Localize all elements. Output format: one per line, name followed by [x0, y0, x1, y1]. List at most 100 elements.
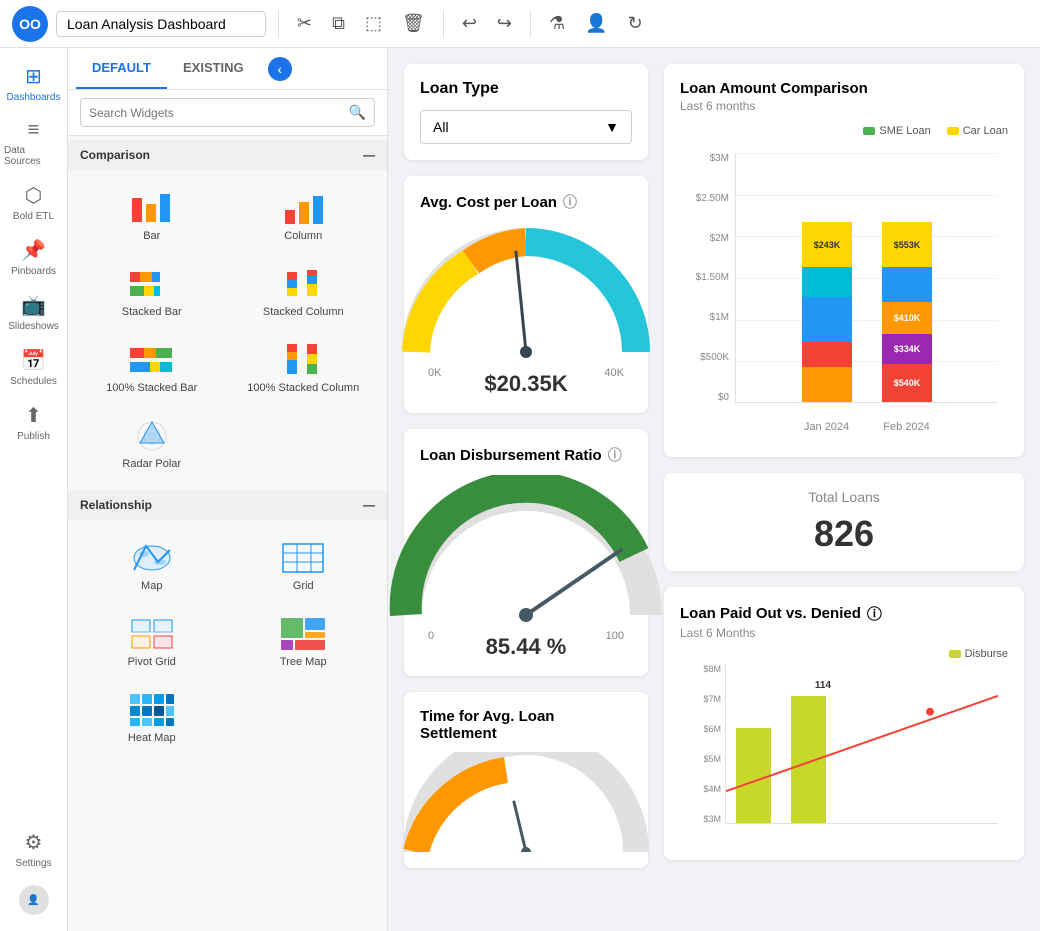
- cut-button[interactable]: ✂: [291, 9, 318, 38]
- bar-segment: [802, 297, 852, 342]
- bar-icon: [128, 190, 176, 226]
- column-icon: [279, 190, 327, 226]
- undo-button[interactable]: ↩: [456, 9, 483, 38]
- panel-chevron-button[interactable]: ‹: [268, 57, 292, 81]
- filter-button[interactable]: ⚗: [543, 9, 571, 38]
- dashboards-icon: ⊞: [25, 64, 42, 89]
- app-logo: OO: [12, 6, 48, 42]
- avg-cost-value: $20.35K: [484, 371, 567, 397]
- sidebar-item-users[interactable]: 👤: [0, 877, 67, 923]
- disbursement-card: Loan Disbursement Ratio ⓘ: [404, 429, 648, 676]
- 100-stacked-column-icon: [279, 342, 327, 378]
- data-sources-icon: ≡: [28, 119, 40, 142]
- pinboards-icon: 📌: [21, 238, 46, 263]
- dashboard-content: Loan Type All ▼ Avg. Cost per Loan ⓘ: [388, 48, 1040, 931]
- refresh-button[interactable]: ↻: [622, 9, 649, 38]
- heat-map-icon: [128, 692, 176, 728]
- redo-button[interactable]: ↪: [491, 9, 518, 38]
- collapse-icon[interactable]: —: [363, 148, 375, 162]
- stacked-column-icon: [279, 266, 327, 302]
- search-input[interactable]: [89, 106, 349, 120]
- sidebar-item-slideshows[interactable]: 📺 Slideshows: [0, 285, 67, 340]
- copy-button[interactable]: ⧉: [326, 9, 351, 38]
- bars-area: $243K $540K $334K $410K: [735, 153, 998, 403]
- widget-item-column[interactable]: Column: [228, 178, 380, 254]
- comparison-section-header: Comparison —: [68, 140, 387, 170]
- mini-chart: $8M $7M $6M $5M $4M $3M Amount: [680, 664, 1008, 844]
- bar-segment: $243K: [802, 222, 852, 267]
- comparison-grid: Bar Column: [68, 170, 387, 490]
- paid-out-legend: Disburse: [680, 648, 1008, 660]
- sidebar-item-label: Slideshows: [8, 321, 59, 332]
- widget-item-grid[interactable]: Grid: [228, 528, 380, 604]
- y-axis: $3M $2.50M $2M $1.50M $1M $500K $0: [680, 153, 735, 403]
- widget-panel: DEFAULT EXISTING ‹ 🔍 Comparison —: [68, 48, 388, 931]
- widget-item-tree-map[interactable]: Tree Map: [228, 604, 380, 680]
- widget-item-heat-map[interactable]: Heat Map: [76, 680, 228, 756]
- slideshows-icon: 📺: [21, 293, 46, 318]
- mini-bars-container: Amount 114: [725, 664, 998, 824]
- disbursement-value: 85.44 %: [486, 634, 567, 660]
- settlement-gauge: [420, 742, 632, 852]
- paste-button[interactable]: ⬚: [359, 9, 388, 38]
- loan-type-card: Loan Type All ▼: [404, 64, 648, 160]
- sidebar-item-label: Publish: [17, 431, 50, 442]
- avg-settlement-title: Time for Avg. Loan Settlement: [420, 708, 632, 742]
- loan-type-select[interactable]: All ▼: [420, 110, 632, 144]
- dashboard-title-input[interactable]: [56, 11, 266, 37]
- bar-jan-2024: $243K: [802, 222, 852, 402]
- sidebar-item-data-sources[interactable]: ≡ Data Sources: [0, 111, 67, 175]
- map-icon: [128, 540, 176, 576]
- widget-item-radar-polar[interactable]: Radar Polar: [76, 406, 228, 482]
- bar-segment: $334K: [882, 334, 932, 364]
- legend-disburse: Disburse: [949, 648, 1008, 660]
- mini-y-axis: $8M $7M $6M $5M $4M $3M: [680, 664, 725, 824]
- search-icon: 🔍: [349, 104, 366, 121]
- tab-existing[interactable]: EXISTING: [167, 48, 260, 89]
- sidebar-item-settings[interactable]: ⚙ Settings: [0, 822, 67, 877]
- x-label-feb: Feb 2024: [882, 421, 932, 433]
- widget-item-stacked-column[interactable]: Stacked Column: [228, 254, 380, 330]
- sidebar-item-dashboards[interactable]: ⊞ Dashboards: [0, 56, 67, 111]
- loan-comparison-card: Loan Amount Comparison Last 6 months SME…: [664, 64, 1024, 457]
- widget-item-bar[interactable]: Bar: [76, 178, 228, 254]
- schedules-icon: 📅: [21, 348, 46, 373]
- search-box: 🔍: [80, 98, 375, 127]
- left-navigation: ⊞ Dashboards ≡ Data Sources ⬡ Bold ETL 📌…: [0, 48, 68, 931]
- avg-settlement-card: Time for Avg. Loan Settlement: [404, 692, 648, 868]
- legend-car-dot: [947, 127, 959, 135]
- stacked-bar: $243K: [802, 222, 852, 402]
- delete-button[interactable]: 🗑: [396, 9, 431, 38]
- widget-item-pivot-grid[interactable]: Pivot Grid: [76, 604, 228, 680]
- relationship-section-header: Relationship —: [68, 490, 387, 520]
- tree-map-icon: [279, 616, 327, 652]
- chart-legend: SME Loan Car Loan: [680, 125, 1008, 137]
- widget-item-map[interactable]: Map: [76, 528, 228, 604]
- bar-segment: $553K: [882, 222, 932, 267]
- loan-comparison-chart: $3M $2.50M $2M $1.50M $1M $500K $0: [680, 145, 1008, 441]
- trend-line-svg: [726, 664, 998, 823]
- avg-cost-gauge: 0K 40K $20.35K: [420, 212, 632, 397]
- collapse-relationship-icon[interactable]: —: [363, 498, 375, 512]
- legend-disburse-dot: [949, 650, 961, 658]
- sidebar-item-bold-etl[interactable]: ⬡ Bold ETL: [0, 175, 67, 230]
- sidebar-item-pinboards[interactable]: 📌 Pinboards: [0, 230, 67, 285]
- bar-feb-2024: $540K $334K $410K $553K: [882, 182, 932, 402]
- sidebar-item-publish[interactable]: ⬆ Publish: [0, 395, 67, 450]
- loan-type-value: All: [433, 119, 449, 135]
- loan-paid-out-card: Loan Paid Out vs. Denied ⓘ Last 6 Months…: [664, 587, 1024, 860]
- tab-default[interactable]: DEFAULT: [76, 48, 167, 89]
- sidebar-item-schedules[interactable]: 📅 Schedules: [0, 340, 67, 395]
- avg-cost-title: Avg. Cost per Loan ⓘ: [420, 192, 632, 212]
- sidebar-item-label: Bold ETL: [13, 211, 54, 222]
- widget-item-stacked-bar[interactable]: Stacked Bar: [76, 254, 228, 330]
- widget-item-100-stacked-column[interactable]: 100% Stacked Column: [228, 330, 380, 406]
- panel-search-area: 🔍: [68, 90, 387, 136]
- loan-type-title: Loan Type: [420, 80, 632, 98]
- publish-icon: ⬆: [25, 403, 42, 428]
- total-loans-card: Total Loans 826: [664, 473, 1024, 571]
- stacked-bar-icon: [128, 266, 176, 302]
- share-button[interactable]: 👤: [579, 9, 613, 38]
- widget-item-100-stacked-bar[interactable]: 100% Stacked Bar: [76, 330, 228, 406]
- divider-2: [443, 10, 444, 38]
